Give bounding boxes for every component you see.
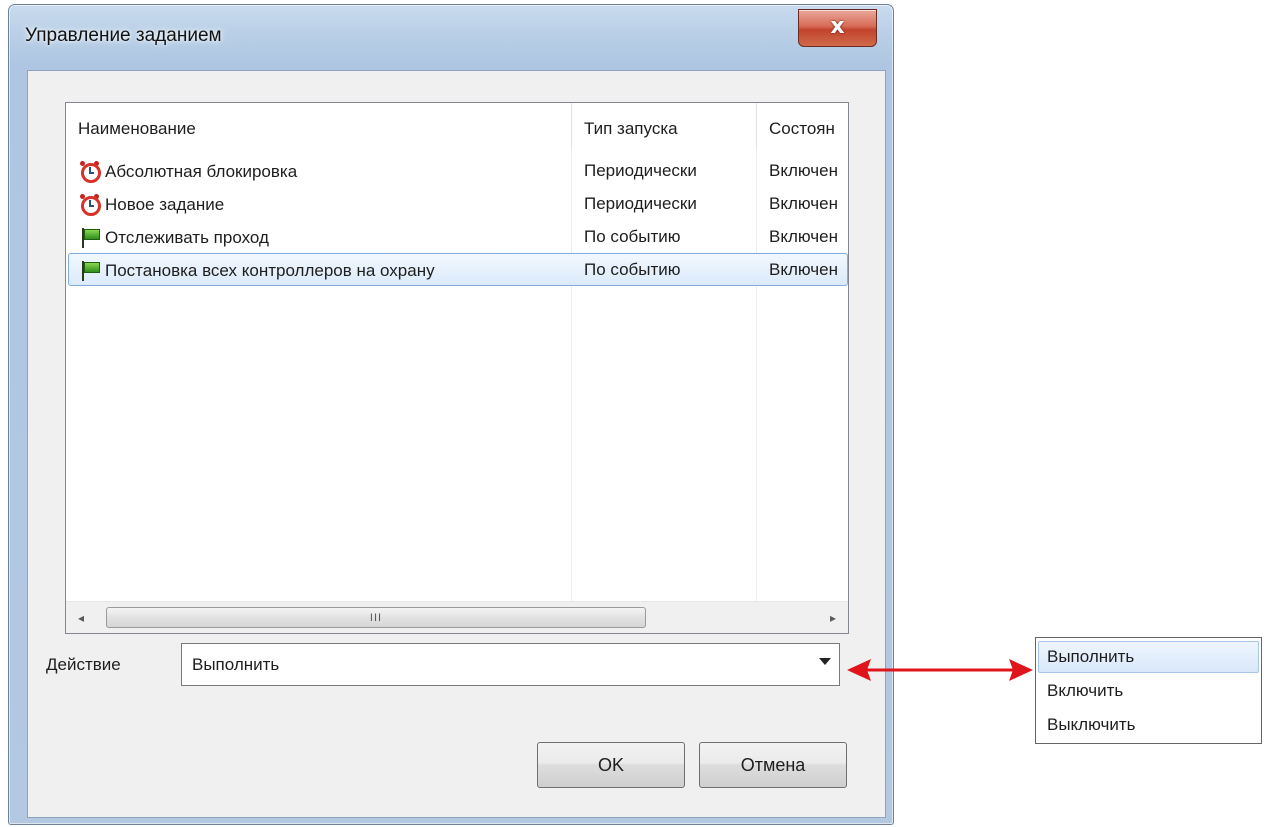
task-state: Включен — [769, 194, 838, 213]
alarm-clock-icon — [79, 194, 101, 216]
option-disable[interactable]: Выключить — [1038, 709, 1259, 741]
action-label: Действие — [46, 655, 121, 674]
scroll-left-arrow-icon[interactable]: ◂ — [66, 602, 96, 633]
column-header-state[interactable]: Состоян — [769, 119, 835, 139]
cancel-button[interactable]: Отмена — [699, 742, 847, 788]
scrollbar-thumb[interactable]: III — [106, 607, 646, 628]
scrollbar-grip-icon: III — [369, 611, 383, 624]
action-combobox-value: Выполнить — [192, 655, 280, 674]
task-state: Включен — [769, 260, 838, 279]
task-name: Отслеживать проход — [105, 228, 269, 247]
task-launch-type: По событию — [584, 227, 681, 246]
task-state: Включен — [769, 227, 838, 246]
task-management-dialog: Управление заданием x Наименование Тип з… — [8, 4, 894, 825]
option-enable[interactable]: Включить — [1038, 675, 1259, 707]
header-divider[interactable] — [756, 103, 757, 149]
task-state: Включен — [769, 161, 838, 180]
table-row[interactable]: Абсолютная блокировка Периодически Включ… — [66, 154, 848, 187]
green-flag-icon — [79, 227, 101, 249]
horizontal-scrollbar[interactable]: ◂ III ▸ — [66, 601, 848, 633]
ok-button[interactable]: OK — [537, 742, 685, 788]
column-header-launch-type[interactable]: Тип запуска — [584, 119, 678, 139]
task-name: Постановка всех контроллеров на охрану — [105, 261, 435, 280]
task-list[interactable]: Наименование Тип запуска Состоян Абсолют… — [65, 102, 849, 634]
task-launch-type: Периодически — [584, 194, 697, 213]
scroll-right-arrow-icon[interactable]: ▸ — [818, 602, 848, 633]
task-name: Новое задание — [105, 195, 225, 214]
action-options-list: Выполнить Включить Выключить — [1035, 637, 1262, 744]
table-row-selected[interactable]: Постановка всех контроллеров на охрану П… — [66, 253, 848, 286]
header-divider[interactable] — [571, 103, 572, 149]
task-name: Абсолютная блокировка — [105, 162, 298, 181]
task-launch-type: По событию — [584, 260, 681, 279]
close-icon: x — [830, 13, 845, 39]
task-launch-type: Периодически — [584, 161, 697, 180]
green-flag-icon — [79, 260, 101, 282]
double-headed-arrow-icon — [847, 659, 1033, 681]
list-header: Наименование Тип запуска Состоян — [66, 103, 848, 149]
table-row[interactable]: Отслеживать проход По событию Включен — [66, 220, 848, 253]
alarm-clock-icon — [79, 161, 101, 183]
table-row[interactable]: Новое задание Периодически Включен — [66, 187, 848, 220]
column-header-name[interactable]: Наименование — [78, 119, 196, 139]
action-combobox[interactable]: Выполнить — [181, 643, 840, 686]
close-button[interactable]: x — [798, 9, 877, 47]
dialog-client-area: Наименование Тип запуска Состоян Абсолют… — [27, 70, 886, 818]
window-title: Управление заданием — [25, 25, 222, 46]
dropdown-arrow-icon[interactable] — [819, 658, 831, 665]
option-execute[interactable]: Выполнить — [1038, 641, 1259, 673]
